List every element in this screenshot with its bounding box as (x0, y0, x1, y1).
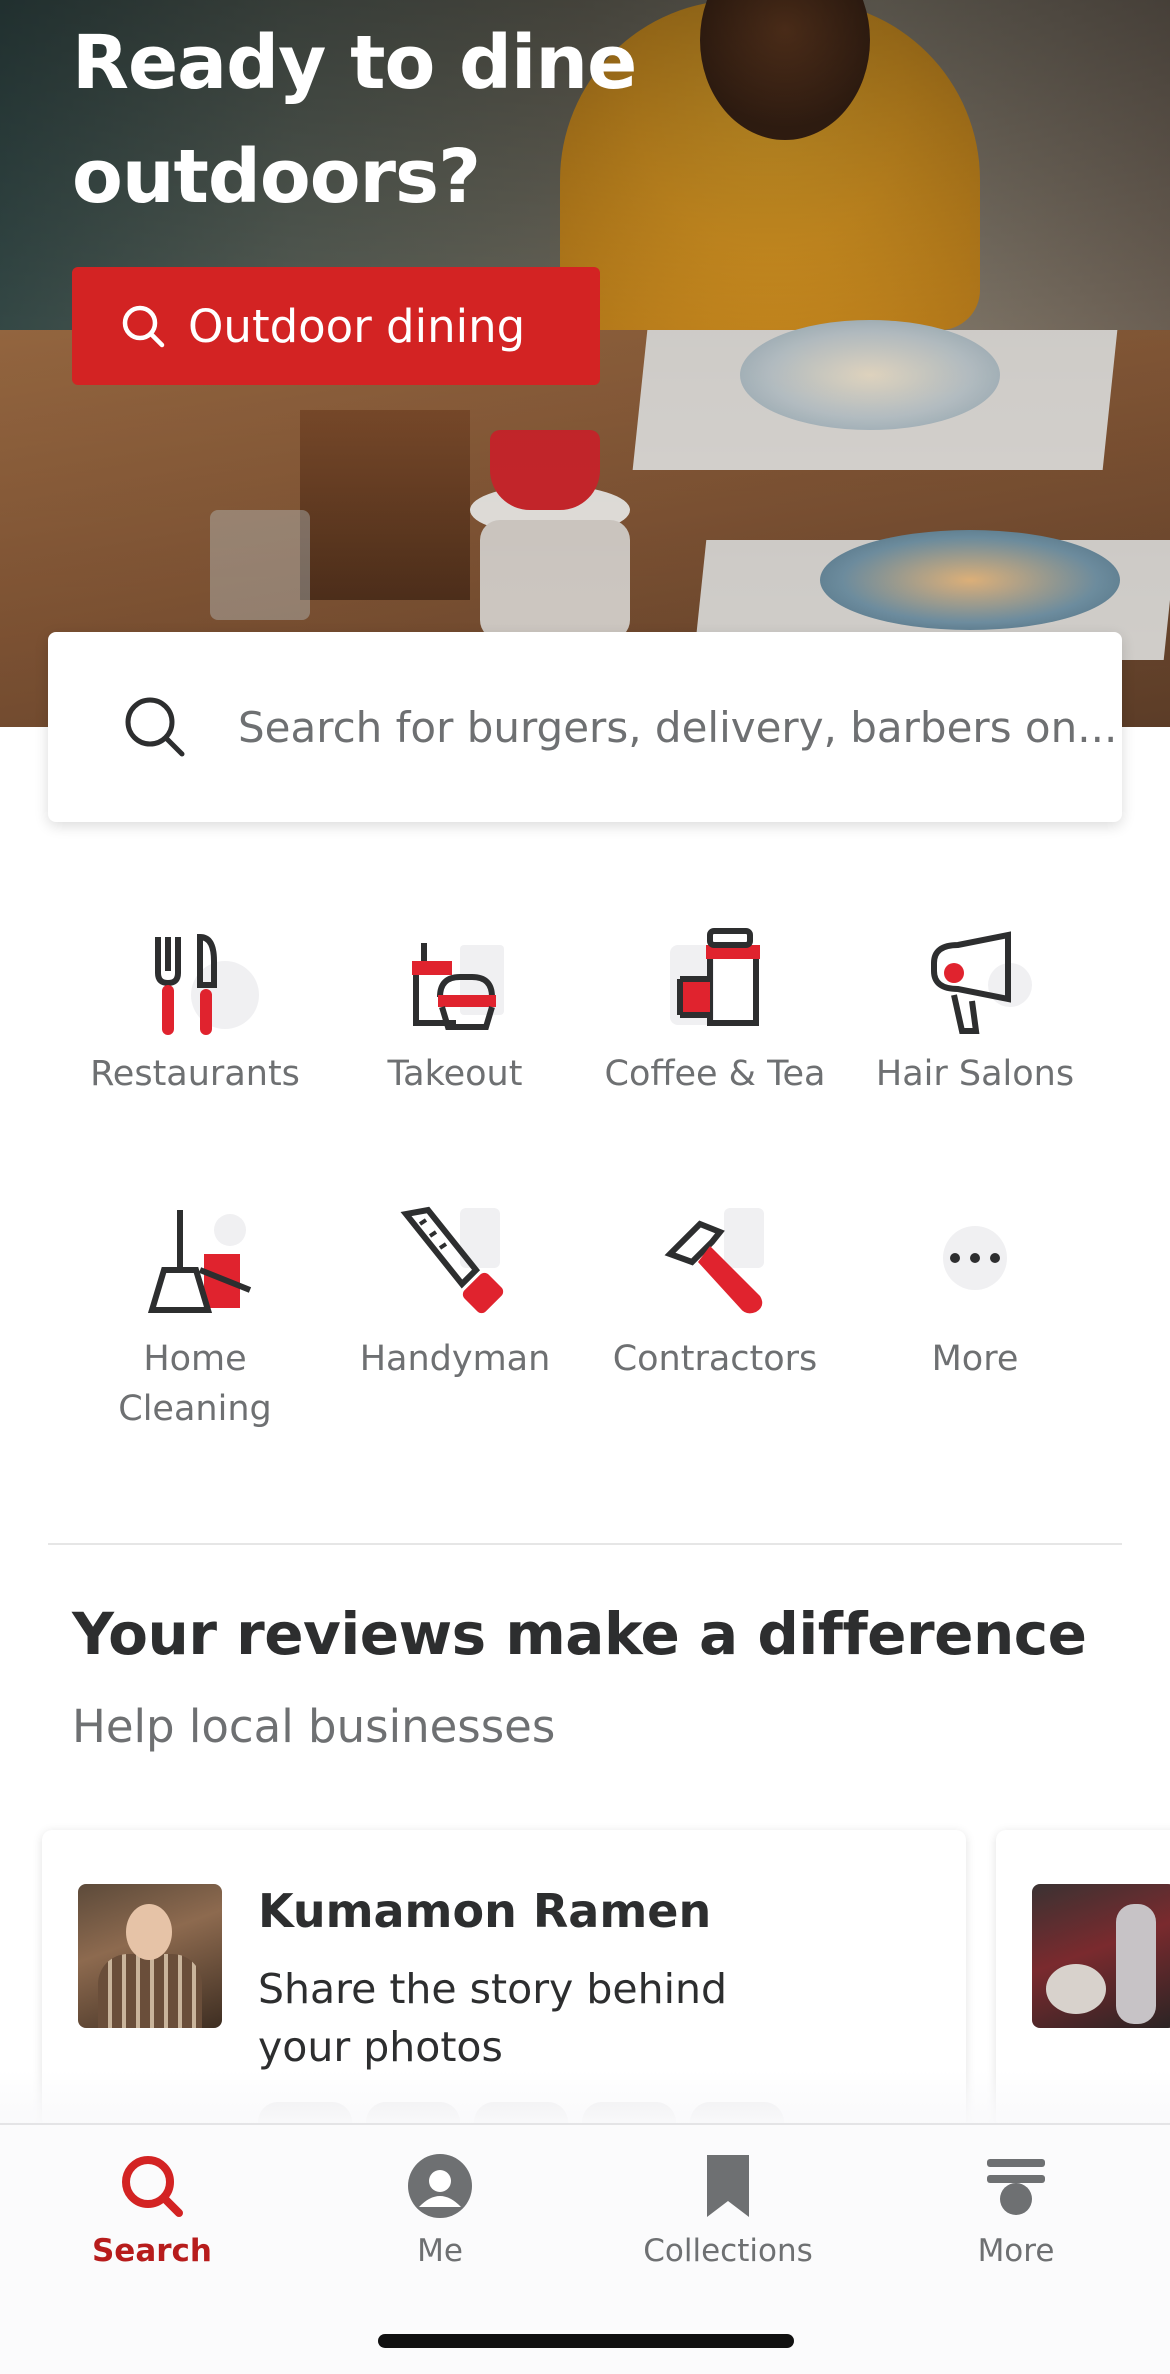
bookmark-icon (707, 2155, 749, 2217)
tab-label: Search (91, 2233, 212, 2269)
more-dots-icon (943, 1226, 1007, 1290)
category-label: Hair Salons (875, 1054, 1075, 1094)
hair-dryer-icon (931, 931, 1032, 1034)
category-takeout[interactable]: Takeout (325, 915, 585, 1099)
saw-icon (400, 1206, 504, 1314)
tab-me[interactable]: Me (340, 2151, 540, 2269)
tab-label: Me (417, 2233, 463, 2269)
category-label: Contractors (612, 1339, 818, 1379)
tab-label: More (977, 2233, 1055, 2269)
outdoor-dining-button[interactable]: Outdoor dining (72, 267, 600, 385)
category-label: Home Cleaning (118, 1339, 272, 1429)
section-divider (48, 1543, 1122, 1545)
search-icon (122, 2156, 183, 2217)
category-label: Restaurants (90, 1054, 300, 1094)
tab-search[interactable]: Search (52, 2151, 252, 2269)
category-hair-salons[interactable]: Hair Salons (845, 915, 1105, 1099)
category-handyman[interactable]: Handyman (325, 1200, 585, 1384)
reviews-section-subtitle: Help local businesses (72, 1700, 556, 1753)
tab-collections[interactable]: Collections (628, 2151, 828, 2269)
category-label: Takeout (387, 1054, 523, 1094)
tab-label: Collections (643, 2233, 813, 2269)
broom-icon (147, 1210, 252, 1313)
reviews-section-title: Your reviews make a difference (72, 1600, 1087, 1668)
menu-icon (987, 2159, 1045, 2215)
outdoor-dining-label: Outdoor dining (188, 299, 526, 353)
hero-title: Ready to dine outdoors? (72, 20, 637, 220)
category-label: Handyman (359, 1339, 551, 1379)
search-icon (125, 697, 185, 757)
category-home-cleaning[interactable]: Home Cleaning (65, 1200, 325, 1434)
hero-banner: Ready to dine outdoors? Outdoor dining (0, 0, 1170, 727)
coffee-cup-icon (670, 928, 760, 1026)
category-contractors[interactable]: Contractors (585, 1200, 845, 1384)
category-coffee-tea[interactable]: Coffee & Tea (585, 915, 845, 1099)
category-label: Coffee & Tea (604, 1054, 826, 1094)
search-bar[interactable]: Search for burgers, delivery, barbers on… (48, 632, 1122, 822)
search-icon (122, 305, 165, 348)
profile-icon (408, 2154, 472, 2218)
category-label: More (931, 1339, 1019, 1379)
category-more[interactable]: More (845, 1200, 1105, 1384)
business-photo (78, 1884, 222, 2028)
category-restaurants[interactable]: Restaurants (65, 915, 325, 1099)
business-photo (1032, 1884, 1170, 2028)
takeout-basket-icon (412, 943, 504, 1030)
review-prompt-text: Share the story behind your photos (258, 1965, 727, 2071)
business-name: Kumamon Ramen (258, 1884, 712, 1938)
hammer-icon (664, 1208, 764, 1314)
search-placeholder: Search for burgers, delivery, barbers on… (238, 702, 1118, 752)
fork-knife-icon (155, 933, 259, 1035)
tab-more[interactable]: More (916, 2151, 1116, 2269)
home-indicator[interactable] (378, 2334, 794, 2348)
